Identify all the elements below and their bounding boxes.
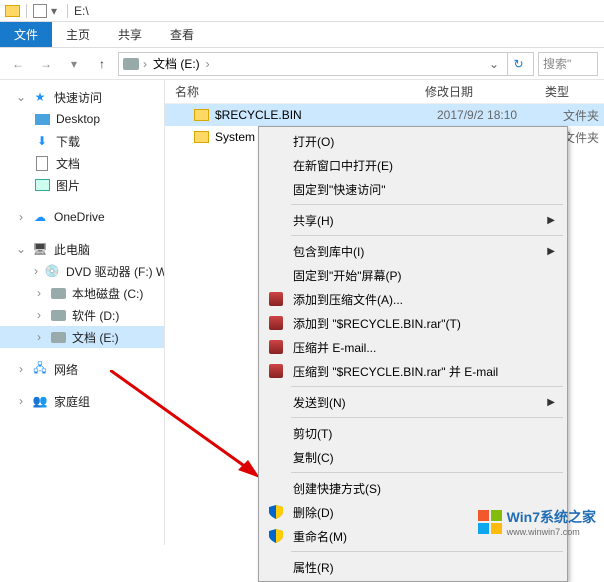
ctx-properties[interactable]: 属性(R) [261, 555, 565, 579]
col-type[interactable]: 类型 [535, 83, 604, 100]
network-icon: 🖧 [32, 361, 48, 377]
homegroup-icon: 👥 [32, 393, 48, 409]
address-bar[interactable]: › 文档 (E:) › ⌄ ↻ [118, 52, 534, 76]
address-row: ← → ▾ ↑ › 文档 (E:) › ⌄ ↻ 搜索" [0, 48, 604, 80]
refresh-button[interactable]: ↻ [507, 53, 529, 75]
sidebar-item-homegroup[interactable]: ›👥家庭组 [0, 390, 164, 412]
column-headers[interactable]: 名称 修改日期 类型 [165, 80, 604, 104]
rar-icon [267, 338, 285, 356]
tab-file[interactable]: 文件 [0, 22, 52, 47]
ctx-open-new-window[interactable]: 在新窗口中打开(E) [261, 153, 565, 177]
sidebar-item-pictures[interactable]: 图片 [0, 174, 164, 196]
col-date[interactable]: 修改日期 [415, 83, 535, 100]
chevron-right-icon: ▶ [547, 246, 555, 257]
pictures-icon [34, 177, 50, 193]
nav-up-button[interactable]: ↑ [90, 52, 114, 76]
ctx-pin-quickaccess[interactable]: 固定到"快速访问" [261, 177, 565, 201]
ribbon-tabs: 文件 主页 共享 查看 [0, 22, 604, 48]
ctx-share[interactable]: 共享(H)▶ [261, 208, 565, 232]
ctx-create-shortcut[interactable]: 创建快捷方式(S) [261, 476, 565, 500]
folder-icon [193, 107, 209, 123]
watermark: Win7系统之家 www.winwin7.com [477, 507, 596, 537]
nav-history-button[interactable]: ▾ [62, 52, 86, 76]
cloud-icon: ☁ [32, 209, 48, 225]
folder-icon [193, 129, 209, 145]
nav-back-button[interactable]: ← [6, 52, 30, 76]
ctx-compress-email[interactable]: 压缩并 E-mail... [261, 335, 565, 359]
disk-icon [50, 285, 66, 301]
download-icon: ⬇ [34, 133, 50, 149]
pc-icon: 🖥 [32, 241, 48, 257]
desktop-icon [34, 111, 50, 127]
sidebar: ⌄★快速访问 Desktop ⬇下载 文档 图片 ›☁OneDrive ⌄🖥此电… [0, 80, 165, 545]
sidebar-item-onedrive[interactable]: ›☁OneDrive [0, 206, 164, 228]
shield-icon [267, 503, 285, 521]
sidebar-item-thispc[interactable]: ⌄🖥此电脑 [0, 238, 164, 260]
address-dropdown-icon[interactable]: ⌄ [485, 57, 503, 71]
folder-icon [4, 3, 20, 19]
chevron-right-icon: ▶ [547, 397, 555, 408]
ctx-add-rar[interactable]: 添加到 "$RECYCLE.BIN.rar"(T) [261, 311, 565, 335]
tab-share[interactable]: 共享 [104, 22, 156, 47]
ctx-pin-start[interactable]: 固定到"开始"屏幕(P) [261, 263, 565, 287]
ctx-sendto[interactable]: 发送到(N)▶ [261, 390, 565, 414]
ctx-compress-rar-email[interactable]: 压缩到 "$RECYCLE.BIN.rar" 并 E-mail [261, 359, 565, 383]
file-row[interactable]: $RECYCLE.BIN 2017/9/2 18:10 文件夹 [165, 104, 604, 126]
dvd-icon: 💿 [44, 263, 60, 279]
qat-icon[interactable] [33, 4, 47, 18]
breadcrumb[interactable]: 文档 (E:) [151, 55, 202, 72]
document-icon [34, 155, 50, 171]
nav-forward-button: → [34, 52, 58, 76]
ctx-copy[interactable]: 复制(C) [261, 445, 565, 469]
disk-icon [50, 307, 66, 323]
sidebar-item-network[interactable]: ›🖧网络 [0, 358, 164, 380]
sidebar-item-localc[interactable]: ›本地磁盘 (C:) [0, 282, 164, 304]
chevron-right-icon: ▶ [547, 215, 555, 226]
sidebar-item-downloads[interactable]: ⬇下载 [0, 130, 164, 152]
tab-home[interactable]: 主页 [52, 22, 104, 47]
sidebar-item-quickaccess[interactable]: ⌄★快速访问 [0, 86, 164, 108]
rar-icon [267, 290, 285, 308]
ctx-include-library[interactable]: 包含到库中(I)▶ [261, 239, 565, 263]
rar-icon [267, 362, 285, 380]
sidebar-item-softd[interactable]: ›软件 (D:) [0, 304, 164, 326]
shield-icon [267, 527, 285, 545]
search-input[interactable]: 搜索" [538, 52, 598, 76]
window-title: E:\ [74, 4, 89, 18]
disk-icon [50, 329, 66, 345]
rar-icon [267, 314, 285, 332]
disk-icon [123, 58, 139, 70]
col-name[interactable]: 名称 [165, 83, 415, 100]
sidebar-item-doce[interactable]: ›文档 (E:) [0, 326, 164, 348]
sidebar-item-dvd[interactable]: ›💿DVD 驱动器 (F:) WIN [0, 260, 164, 282]
qat-dropdown-icon[interactable]: ▾ [47, 4, 61, 18]
ctx-add-archive[interactable]: 添加到压缩文件(A)... [261, 287, 565, 311]
ctx-cut[interactable]: 剪切(T) [261, 421, 565, 445]
titlebar: ▾ E:\ [0, 0, 604, 22]
sidebar-item-documents[interactable]: 文档 [0, 152, 164, 174]
windows-logo-icon [477, 509, 503, 535]
ctx-open[interactable]: 打开(O) [261, 129, 565, 153]
star-icon: ★ [32, 89, 48, 105]
tab-view[interactable]: 查看 [156, 22, 208, 47]
sidebar-item-desktop[interactable]: Desktop [0, 108, 164, 130]
